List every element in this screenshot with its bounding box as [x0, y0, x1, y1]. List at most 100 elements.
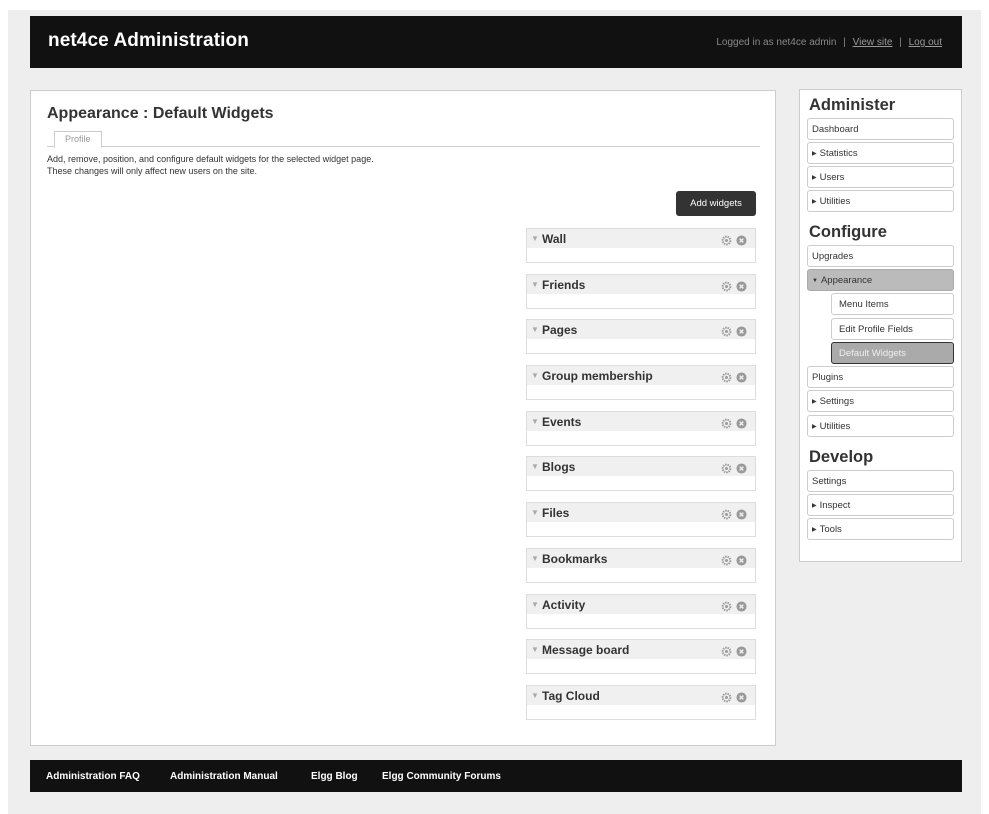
triangle-right-icon: ▶ — [812, 527, 817, 533]
menu-item-plugins[interactable]: Plugins — [807, 366, 954, 388]
triangle-down-icon[interactable]: ▼ — [531, 554, 539, 563]
footer-link-faq[interactable]: Administration FAQ — [46, 771, 140, 782]
triangle-down-icon[interactable]: ▼ — [531, 462, 539, 471]
menu-item-inspect[interactable]: ▶ Inspect — [807, 494, 954, 516]
widget-header[interactable]: ▼ Bookmarks — [527, 548, 755, 568]
gear-icon[interactable] — [721, 690, 732, 703]
menu-item-statistics[interactable]: ▶ Statistics — [807, 142, 954, 164]
log-out-link[interactable]: Log out — [909, 37, 942, 48]
triangle-down-icon[interactable]: ▼ — [531, 234, 539, 243]
widget-title: Friends — [542, 277, 586, 292]
site-title: net4ce Administration — [48, 30, 249, 51]
widget: ▼ Group membership — [526, 365, 756, 401]
close-circle-icon[interactable] — [736, 690, 747, 703]
widget-title: Activity — [542, 597, 586, 612]
tab-profile[interactable]: Profile — [54, 131, 102, 148]
footer-link-manual[interactable]: Administration Manual — [170, 771, 278, 782]
widget-context-tabs: Profile — [47, 131, 760, 148]
widget: ▼ Bookmarks — [526, 547, 756, 583]
menu-item-label: Utilities — [819, 421, 851, 432]
triangle-right-icon: ▶ — [812, 199, 817, 205]
footer-link-forums[interactable]: Elgg Community Forums — [382, 771, 501, 782]
menu-item-upgrades[interactable]: Upgrades — [807, 245, 954, 267]
triangle-right-icon: ▶ — [812, 424, 817, 430]
gear-icon[interactable] — [721, 507, 732, 520]
view-site-link[interactable]: View site — [853, 37, 893, 48]
menu-item-utilities-configure[interactable]: ▶ Utilities — [807, 415, 954, 437]
menu-item-label: Inspect — [819, 500, 851, 511]
menu-item-appearance[interactable]: ▼ Appearance — [807, 269, 954, 291]
widget-title: Files — [542, 506, 570, 521]
logged-in-text: Logged in as net4ce admin — [716, 37, 837, 48]
menu-item-menu-items[interactable]: Menu Items — [831, 293, 954, 315]
separator: | — [899, 37, 902, 48]
widget: ▼ Events — [526, 410, 756, 446]
widget-title: Message board — [542, 643, 630, 658]
menu-item-label: Users — [819, 172, 845, 183]
menu-item-default-widgets[interactable]: Default Widgets — [831, 342, 954, 364]
close-circle-icon[interactable] — [736, 324, 747, 337]
menu-item-tools[interactable]: ▶ Tools — [807, 518, 954, 540]
menu-item-settings[interactable]: ▶ Settings — [807, 390, 954, 412]
widget-header[interactable]: ▼ Blogs — [527, 457, 755, 477]
widget: ▼ Files — [526, 502, 756, 538]
menu-heading-develop: Develop — [809, 448, 874, 466]
gear-icon[interactable] — [721, 461, 732, 474]
triangle-down-icon[interactable]: ▼ — [531, 417, 539, 426]
close-circle-icon[interactable] — [736, 599, 747, 612]
close-circle-icon[interactable] — [736, 461, 747, 474]
description-line: These changes will only affect new users… — [47, 166, 257, 176]
gear-icon[interactable] — [721, 599, 732, 611]
triangle-down-icon[interactable]: ▼ — [531, 691, 539, 700]
menu-item-label: Appearance — [820, 275, 873, 286]
widget-header[interactable]: ▼ Message board — [527, 640, 755, 660]
close-circle-icon[interactable] — [736, 279, 747, 292]
triangle-down-icon[interactable]: ▼ — [531, 508, 539, 517]
add-widgets-button[interactable]: Add widgets — [676, 191, 756, 216]
widget-header[interactable]: ▼ Group membership — [527, 366, 755, 386]
gear-icon[interactable] — [721, 233, 732, 246]
triangle-right-icon: ▶ — [812, 151, 817, 157]
triangle-down-icon[interactable]: ▼ — [531, 645, 539, 654]
gear-icon[interactable] — [721, 370, 732, 383]
gear-icon[interactable] — [721, 324, 732, 337]
widget: ▼ Pages — [526, 319, 756, 355]
gear-icon[interactable] — [721, 553, 732, 566]
description-line: Add, remove, position, and configure def… — [47, 154, 374, 164]
close-circle-icon[interactable] — [736, 233, 747, 246]
gear-icon[interactable] — [721, 416, 732, 429]
widget-header[interactable]: ▼ Wall — [527, 229, 755, 248]
close-circle-icon[interactable] — [736, 507, 747, 520]
menu-item-dashboard[interactable]: Dashboard — [807, 118, 954, 140]
menu-item-users[interactable]: ▶ Users — [807, 166, 954, 188]
close-circle-icon[interactable] — [736, 416, 747, 429]
close-circle-icon[interactable] — [736, 370, 747, 383]
menu-item-utilities[interactable]: ▶ Utilities — [807, 190, 954, 212]
widget-header[interactable]: ▼ Pages — [527, 320, 755, 340]
widget-header[interactable]: ▼ Tag Cloud — [527, 685, 755, 705]
gear-icon[interactable] — [721, 644, 732, 657]
triangle-down-icon: ▼ — [812, 278, 818, 284]
menu-item-label: Settings — [819, 396, 854, 407]
close-circle-icon[interactable] — [736, 553, 747, 566]
widget: ▼ Friends — [526, 273, 756, 309]
menu-item-develop-settings[interactable]: Settings — [807, 470, 954, 492]
widget-header[interactable]: ▼ Friends — [527, 274, 755, 294]
triangle-right-icon: ▶ — [812, 399, 817, 405]
widget-title: Bookmarks — [542, 551, 608, 566]
triangle-down-icon[interactable]: ▼ — [531, 600, 539, 609]
triangle-down-icon[interactable]: ▼ — [531, 371, 539, 380]
triangle-down-icon[interactable]: ▼ — [531, 325, 539, 334]
widget-header[interactable]: ▼ Activity — [527, 594, 755, 614]
widget: ▼ Tag Cloud — [526, 684, 756, 720]
widget-title: Tag Cloud — [542, 688, 600, 703]
close-circle-icon[interactable] — [736, 644, 747, 657]
triangle-down-icon[interactable]: ▼ — [531, 280, 539, 289]
triangle-right-icon: ▶ — [812, 175, 817, 181]
widget-header[interactable]: ▼ Events — [527, 411, 755, 431]
description: Add, remove, position, and configure def… — [47, 153, 374, 177]
footer-link-blog[interactable]: Elgg Blog — [311, 771, 358, 782]
gear-icon[interactable] — [721, 279, 732, 292]
widget-header[interactable]: ▼ Files — [527, 503, 755, 523]
menu-item-edit-profile-fields[interactable]: Edit Profile Fields — [831, 318, 954, 340]
